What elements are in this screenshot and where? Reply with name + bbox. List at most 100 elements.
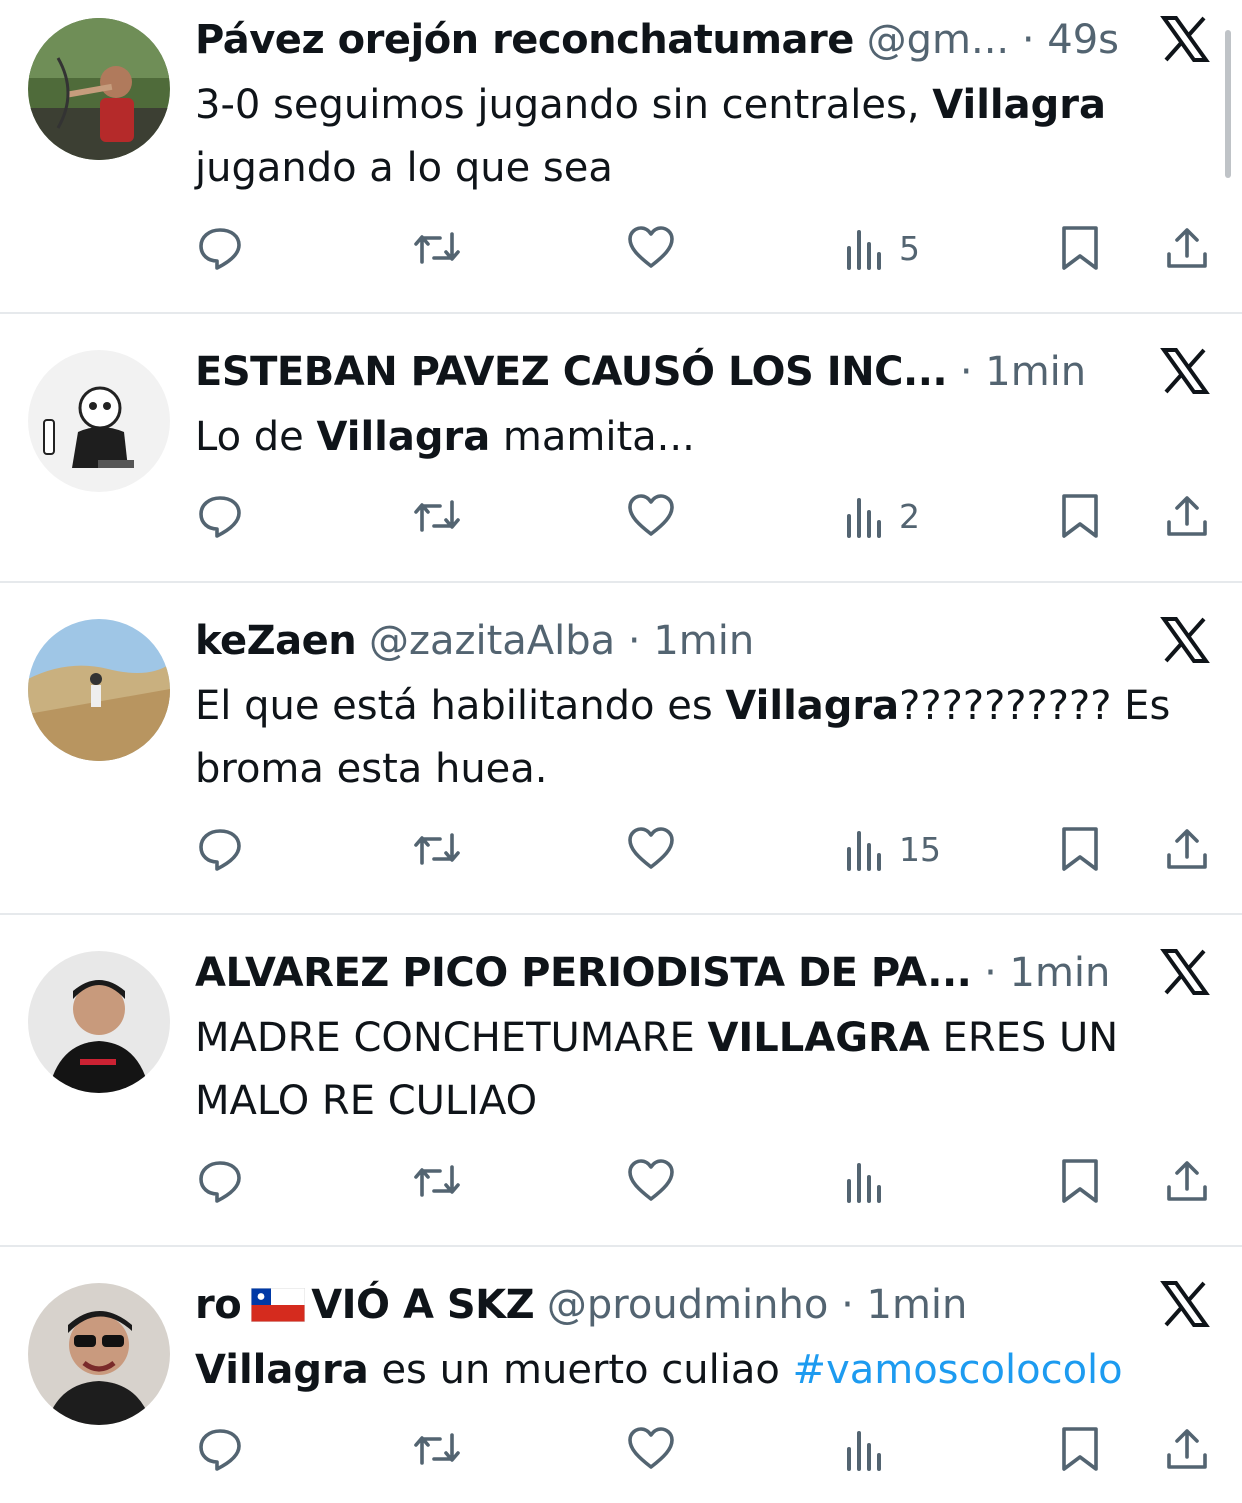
display-name[interactable]: keZaen bbox=[195, 618, 357, 664]
tweet-header: keZaen @zazitaAlba · 1min bbox=[195, 615, 1122, 667]
x-logo-icon bbox=[1160, 615, 1210, 665]
separator: · bbox=[959, 349, 973, 395]
like-button[interactable] bbox=[626, 218, 676, 278]
like-button[interactable] bbox=[626, 1151, 676, 1211]
share-button[interactable] bbox=[1163, 218, 1211, 278]
retweet-button[interactable] bbox=[410, 486, 464, 546]
reply-button[interactable] bbox=[196, 486, 244, 546]
avatar[interactable] bbox=[28, 18, 170, 160]
text-segment: El que está habilitando es bbox=[195, 683, 726, 729]
like-icon bbox=[626, 825, 676, 873]
timestamp[interactable]: 1min bbox=[867, 1282, 968, 1328]
tweet-text: Villagra es un muerto culiao #vamoscoloc… bbox=[195, 1339, 1218, 1402]
share-button[interactable] bbox=[1163, 1151, 1211, 1211]
views-button[interactable] bbox=[845, 1419, 899, 1479]
avatar[interactable] bbox=[28, 951, 170, 1093]
bookmark-button[interactable] bbox=[1058, 486, 1102, 546]
scrollbar[interactable] bbox=[1225, 30, 1231, 178]
tweet-text: 3-0 seguimos jugando sin centrales, Vill… bbox=[195, 74, 1218, 200]
reply-button[interactable] bbox=[196, 1419, 244, 1479]
tweet[interactable]: ALVAREZ PICO PERIODISTA DE PA... · 1min … bbox=[0, 915, 1242, 1247]
bookmark-icon bbox=[1058, 1157, 1102, 1205]
timestamp[interactable]: 1min bbox=[985, 349, 1086, 395]
like-icon bbox=[626, 224, 676, 272]
highlighted-keyword: VILLAGRA bbox=[707, 1015, 930, 1061]
x-logo-icon bbox=[1160, 1279, 1210, 1329]
bookmark-button[interactable] bbox=[1058, 1151, 1102, 1211]
reply-button[interactable] bbox=[196, 1151, 244, 1211]
retweet-icon bbox=[410, 224, 464, 272]
text-segment: jugando a lo que sea bbox=[195, 145, 613, 191]
share-button[interactable] bbox=[1163, 486, 1211, 546]
tweet[interactable]: ro VIÓ A SKZ @proudminho · 1min Villagra … bbox=[0, 1247, 1242, 1503]
like-button[interactable] bbox=[626, 486, 676, 546]
like-icon bbox=[626, 1425, 676, 1473]
display-name[interactable]: ESTEBAN PAVEZ CAUSÓ LOS INC... bbox=[195, 349, 948, 395]
tweet[interactable]: Pávez orejón reconchatumare @gm... · 49s… bbox=[0, 0, 1242, 314]
action-bar bbox=[0, 1419, 1242, 1479]
highlighted-keyword: Villagra bbox=[195, 1347, 369, 1393]
avatar[interactable] bbox=[28, 1283, 170, 1425]
reply-button[interactable] bbox=[196, 819, 244, 879]
action-bar bbox=[0, 1151, 1242, 1211]
separator: · bbox=[841, 1282, 854, 1328]
share-button[interactable] bbox=[1163, 1419, 1211, 1479]
hashtag-link[interactable]: #vamoscolocolo bbox=[793, 1347, 1123, 1393]
avatar[interactable] bbox=[28, 350, 170, 492]
user-handle[interactable]: @zazitaAlba bbox=[369, 618, 615, 664]
retweet-icon bbox=[410, 492, 464, 540]
reply-icon bbox=[196, 825, 244, 873]
chile-flag-icon bbox=[251, 1288, 306, 1322]
retweet-button[interactable] bbox=[410, 218, 464, 278]
retweet-button[interactable] bbox=[410, 1419, 464, 1479]
views-button[interactable]: 15 bbox=[845, 819, 941, 879]
user-handle[interactable]: @gm... bbox=[867, 17, 1010, 63]
bookmark-button[interactable] bbox=[1058, 819, 1102, 879]
views-icon bbox=[845, 825, 885, 873]
x-logo-icon bbox=[1160, 346, 1210, 396]
bookmark-button[interactable] bbox=[1058, 218, 1102, 278]
reply-icon bbox=[196, 1425, 244, 1473]
share-icon bbox=[1163, 224, 1211, 272]
share-icon bbox=[1163, 1157, 1211, 1205]
retweet-button[interactable] bbox=[410, 819, 464, 879]
retweet-icon bbox=[410, 825, 464, 873]
share-icon bbox=[1163, 1425, 1211, 1473]
x-logo-icon bbox=[1160, 947, 1210, 997]
display-name[interactable]: ALVAREZ PICO PERIODISTA DE PA... bbox=[195, 950, 972, 996]
share-button[interactable] bbox=[1163, 819, 1211, 879]
avatar[interactable] bbox=[28, 619, 170, 761]
reply-icon bbox=[196, 224, 244, 272]
like-button[interactable] bbox=[626, 1419, 676, 1479]
like-icon bbox=[626, 1157, 676, 1205]
reply-button[interactable] bbox=[196, 218, 244, 278]
bookmark-icon bbox=[1058, 492, 1102, 540]
bookmark-button[interactable] bbox=[1058, 1419, 1102, 1479]
separator: · bbox=[627, 618, 641, 664]
like-button[interactable] bbox=[626, 819, 676, 879]
display-name[interactable]: ro bbox=[195, 1282, 242, 1328]
text-segment: 3-0 seguimos jugando sin centrales, bbox=[195, 82, 933, 128]
timestamp[interactable]: 1min bbox=[1010, 950, 1111, 996]
timestamp[interactable]: 49s bbox=[1047, 17, 1119, 63]
display-name-suffix[interactable]: VIÓ A SKZ bbox=[311, 1282, 534, 1328]
tweet-text: El que está habilitando es Villagra?????… bbox=[195, 675, 1218, 801]
display-name[interactable]: Pávez orejón reconchatumare bbox=[195, 17, 854, 63]
timestamp[interactable]: 1min bbox=[653, 618, 754, 664]
text-segment: MADRE CONCHETUMARE bbox=[195, 1015, 708, 1061]
tweet[interactable]: keZaen @zazitaAlba · 1min El que está ha… bbox=[0, 583, 1242, 915]
x-logo-icon bbox=[1160, 14, 1210, 64]
views-button[interactable]: 2 bbox=[845, 486, 920, 546]
text-segment: Lo de bbox=[195, 414, 317, 460]
views-button[interactable] bbox=[845, 1151, 899, 1211]
tweet[interactable]: ESTEBAN PAVEZ CAUSÓ LOS INC... · 1min Lo… bbox=[0, 314, 1242, 583]
views-count: 2 bbox=[899, 496, 920, 536]
separator: · bbox=[984, 950, 997, 996]
reply-icon bbox=[196, 1157, 244, 1205]
views-button[interactable]: 5 bbox=[845, 218, 920, 278]
user-handle[interactable]: @proudminho bbox=[547, 1282, 828, 1328]
bookmark-icon bbox=[1058, 825, 1102, 873]
separator: · bbox=[1021, 17, 1035, 63]
action-bar: 2 bbox=[0, 486, 1242, 546]
retweet-button[interactable] bbox=[410, 1151, 464, 1211]
